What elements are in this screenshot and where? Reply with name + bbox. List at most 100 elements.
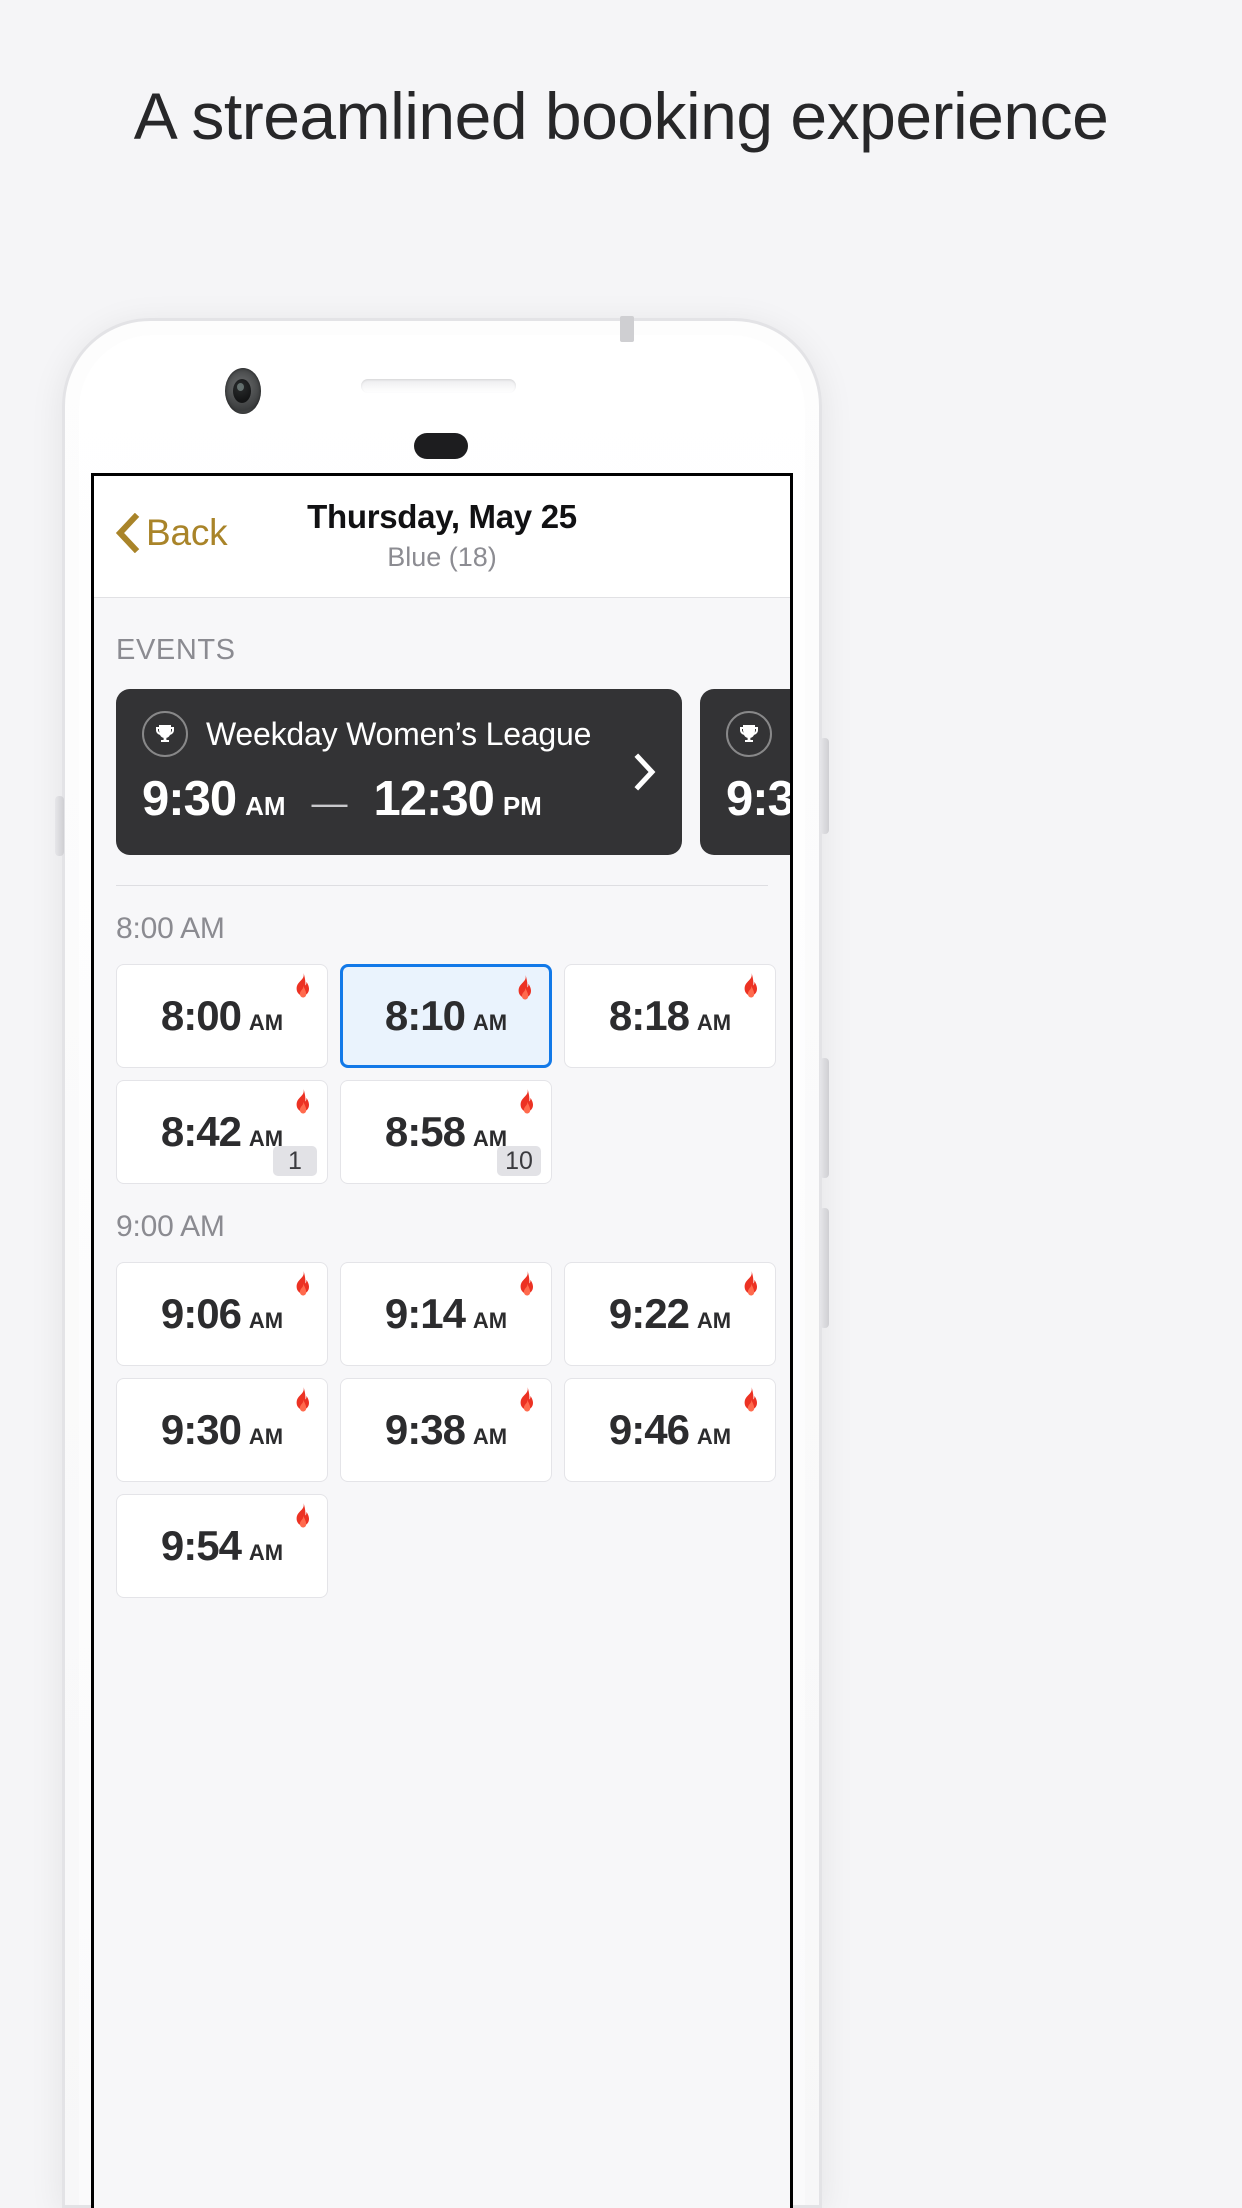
events-carousel[interactable]: Weekday Women’s League 9:30 AM — 12:30 P… (94, 667, 790, 855)
time-slot[interactable]: 8:10 AM (340, 964, 552, 1068)
event-card[interactable]: Weekday Women’s League 9:3 AM — 12:30 PM (700, 689, 790, 855)
time-slot-label: 9:22 AM (609, 1290, 731, 1338)
time-slot[interactable]: 9:30 AM (116, 1378, 328, 1482)
flame-icon (744, 1271, 757, 1296)
chevron-right-icon[interactable] (634, 753, 656, 791)
time-slot-time: 8:18 (608, 992, 690, 1039)
time-slot-time: 9:22 (608, 1290, 690, 1337)
hour-group-label: 9:00 AM (116, 1210, 225, 1243)
earpiece-speaker (361, 379, 516, 393)
time-slot-label: 8:42 AM (161, 1108, 283, 1156)
flame-icon (520, 1271, 533, 1296)
time-slot-time: 9:06 (160, 1290, 242, 1337)
time-slot-meridiem: AM (248, 1010, 284, 1035)
time-slot-label: 8:10 AM (385, 992, 507, 1040)
event-end-time: 12:30 (373, 772, 495, 826)
time-slot[interactable]: 9:38 AM (340, 1378, 552, 1482)
time-slot[interactable]: 9:46 AM (564, 1378, 776, 1482)
time-slot-grid[interactable]: 8:00 AM 8:10 AM 8:18 AM 8:42 AM 1 8:58 A… (94, 946, 790, 1184)
phone-silent-switch[interactable] (55, 796, 64, 856)
trophy-icon (142, 711, 188, 757)
flame-icon (296, 1503, 309, 1528)
time-slot-meridiem: AM (696, 1424, 732, 1449)
navigation-bar: Back Thursday, May 25 Blue (18) (94, 476, 790, 598)
event-start-time: 9:30 (142, 772, 237, 826)
time-slot-meridiem: AM (248, 1424, 284, 1449)
phone-volume-down-button[interactable] (820, 1208, 829, 1328)
time-slot-label: 9:30 AM (161, 1406, 283, 1454)
trophy-icon (726, 711, 772, 757)
time-slot-meridiem: AM (248, 1540, 284, 1565)
flame-icon (296, 1271, 309, 1296)
back-button[interactable]: Back (114, 512, 228, 554)
time-slot-grid[interactable]: 9:06 AM 9:14 AM 9:22 AM 9:30 AM 9:38 AM … (94, 1244, 790, 1598)
time-slot-time: 8:42 (160, 1108, 242, 1155)
time-slot-time: 9:38 (384, 1406, 466, 1453)
event-end-meridiem: PM (502, 791, 542, 821)
time-slot[interactable]: 8:18 AM (564, 964, 776, 1068)
time-slot[interactable]: 8:00 AM (116, 964, 328, 1068)
time-slot-time: 9:30 (160, 1406, 242, 1453)
time-slot-label: 9:46 AM (609, 1406, 731, 1454)
flame-icon (296, 973, 309, 998)
front-camera-icon (225, 368, 261, 414)
time-slot-label: 9:54 AM (161, 1522, 283, 1570)
time-slot-label: 8:58 AM (385, 1108, 507, 1156)
screen-content[interactable]: EVENTS Weekday Women’s League 9:30 AM — … (94, 598, 790, 2208)
time-slot-label: 9:14 AM (385, 1290, 507, 1338)
flame-icon (296, 1387, 309, 1412)
app-screen: Back Thursday, May 25 Blue (18) EVENTS W… (91, 473, 793, 2208)
time-slots-region[interactable]: 8:00 AM 8:00 AM 8:10 AM 8:18 AM 8:42 AM … (94, 886, 790, 1598)
time-slot-meridiem: AM (696, 1010, 732, 1035)
time-slot-label: 8:18 AM (609, 992, 731, 1040)
time-slot[interactable]: 9:06 AM (116, 1262, 328, 1366)
time-slot-meridiem: AM (472, 1010, 508, 1035)
time-slot[interactable]: 8:42 AM 1 (116, 1080, 328, 1184)
time-slot-badge: 10 (497, 1146, 541, 1176)
chevron-left-icon (115, 513, 140, 553)
event-card-header: Weekday Women’s League (726, 711, 790, 757)
event-card[interactable]: Weekday Women’s League 9:30 AM — 12:30 P… (116, 689, 682, 855)
events-section-header: EVENTS (116, 634, 236, 666)
time-slot-label: 8:00 AM (161, 992, 283, 1040)
phone-volume-up-button[interactable] (820, 1058, 829, 1178)
proximity-sensor (414, 433, 468, 459)
flame-icon (520, 1089, 533, 1114)
time-slot-meridiem: AM (696, 1308, 732, 1333)
time-slot-badge: 1 (273, 1146, 317, 1176)
time-slot-time: 9:46 (608, 1406, 690, 1453)
page-headline: A streamlined booking experience (133, 79, 1109, 153)
time-slot-label: 9:06 AM (161, 1290, 283, 1338)
event-card-title: Weekday Women’s League (206, 715, 592, 752)
time-slot-meridiem: AM (248, 1308, 284, 1333)
phone-mockup: Back Thursday, May 25 Blue (18) EVENTS W… (55, 316, 829, 2208)
event-start-meridiem: AM (245, 791, 286, 821)
event-start-time: 9:3 (726, 772, 790, 826)
flame-icon (520, 1387, 533, 1412)
event-time-dash: — (311, 782, 348, 823)
time-slot-time: 8:58 (384, 1108, 466, 1155)
time-slot-meridiem: AM (472, 1308, 508, 1333)
time-slot-time: 9:14 (384, 1290, 466, 1337)
event-card-time-range: 9:30 AM — 12:30 PM (142, 771, 656, 827)
phone-power-button[interactable] (820, 738, 829, 834)
flame-icon (744, 973, 757, 998)
antenna-line (620, 316, 634, 342)
trophy-glyph (740, 725, 758, 742)
hour-group-label: 8:00 AM (116, 912, 225, 945)
flame-icon (518, 975, 531, 1000)
flame-icon (744, 1387, 757, 1412)
trophy-glyph (156, 725, 174, 742)
event-card-header: Weekday Women’s League (142, 711, 656, 757)
time-slot[interactable]: 9:14 AM (340, 1262, 552, 1366)
flame-icon (296, 1089, 309, 1114)
back-button-label: Back (146, 512, 228, 553)
time-slot-time: 8:10 (384, 992, 466, 1039)
time-slot-time: 9:54 (160, 1522, 242, 1569)
time-slot[interactable]: 8:58 AM 10 (340, 1080, 552, 1184)
time-slot-label: 9:38 AM (385, 1406, 507, 1454)
time-slot[interactable]: 9:54 AM (116, 1494, 328, 1598)
time-slot[interactable]: 9:22 AM (564, 1262, 776, 1366)
time-slot-time: 8:00 (160, 992, 242, 1039)
time-slot-meridiem: AM (472, 1424, 508, 1449)
